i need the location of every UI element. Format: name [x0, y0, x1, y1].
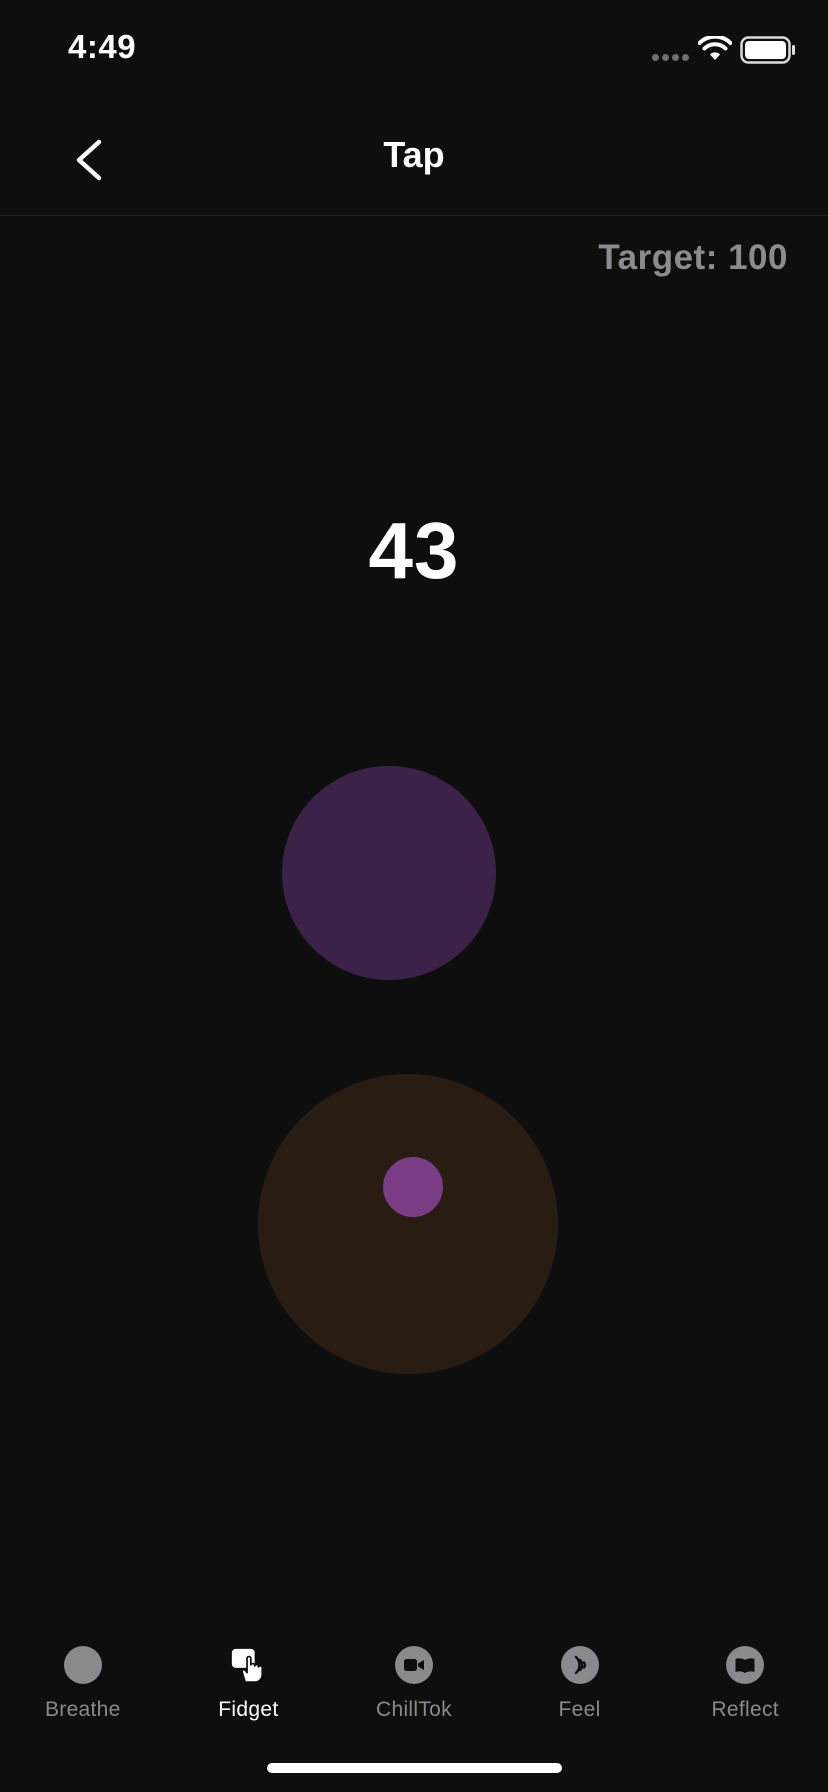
- status-bar: 4:49: [0, 0, 828, 100]
- tab-label: ChillTok: [376, 1698, 452, 1721]
- tab-label: Breathe: [44, 1698, 121, 1721]
- tap-counter: 43: [368, 506, 460, 595]
- home-indicator[interactable]: [267, 1763, 562, 1773]
- navigation-bar: Tap: [0, 100, 828, 216]
- tab-reflect[interactable]: Reflect: [662, 1620, 828, 1730]
- purple-dot-target[interactable]: [383, 1157, 443, 1217]
- tab-label: Feel: [558, 1698, 601, 1721]
- book-icon: [726, 1646, 765, 1684]
- tab-fidget[interactable]: Fidget: [166, 1620, 332, 1730]
- brown-tap-circle[interactable]: [258, 1074, 558, 1374]
- tab-label: Fidget: [218, 1698, 279, 1721]
- tab-breathe[interactable]: Breathe: [0, 1620, 166, 1730]
- tab-chilltok[interactable]: ChillTok: [331, 1620, 497, 1730]
- cellular-signal-icon: [652, 54, 689, 61]
- tab-label: Reflect: [711, 1698, 779, 1721]
- page-title: Tap: [383, 134, 445, 175]
- hand-tap-icon: [229, 1646, 267, 1684]
- purple-tap-circle[interactable]: [282, 766, 496, 980]
- circle-icon: [63, 1646, 102, 1684]
- video-camera-icon: [394, 1646, 433, 1684]
- vibration-icon: [560, 1646, 599, 1684]
- tab-feel[interactable]: Feel: [497, 1620, 663, 1730]
- wifi-icon: [698, 36, 732, 60]
- target-label: Target: 100: [598, 238, 788, 277]
- tab-bar: Breathe Fidget ChillTok Feel Reflect: [0, 1620, 828, 1730]
- status-time: 4:49: [68, 28, 137, 65]
- battery-icon: [740, 36, 795, 64]
